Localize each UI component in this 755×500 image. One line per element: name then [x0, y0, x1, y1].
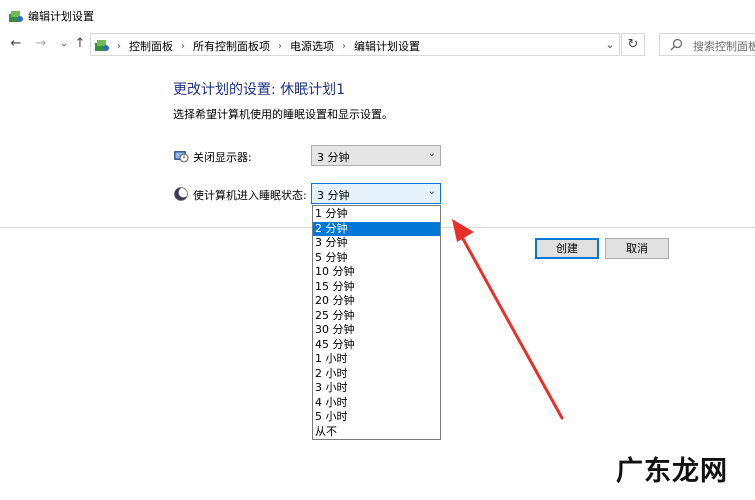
sleep-select[interactable]: 3 分钟 ⌄ [311, 183, 441, 204]
monitor-clock-icon [174, 151, 189, 163]
moon-icon [174, 187, 189, 201]
cancel-button[interactable]: 取消 [605, 238, 669, 259]
dropdown-option[interactable]: 30 分钟 [313, 323, 440, 337]
dropdown-option[interactable]: 5 分钟 [313, 251, 440, 265]
sleep-label: 使计算机进入睡眠状态: [193, 189, 307, 202]
dropdown-option[interactable]: 25 分钟 [313, 309, 440, 323]
address-box[interactable]: › 控制面板 › 所有控制面板项 › 电源选项 › 编辑计划设置 ⌄ [90, 33, 620, 56]
dropdown-option[interactable]: 1 小时 [313, 352, 440, 366]
sleep-value: 3 分钟 [317, 189, 350, 202]
search-placeholder: 搜索控制面板 [693, 40, 755, 53]
dropdown-option[interactable]: 2 分钟 [313, 221, 440, 236]
dropdown-option[interactable]: 4 小时 [313, 396, 440, 410]
breadcrumb-item[interactable]: 所有控制面板项 [193, 38, 270, 54]
chevron-right-icon[interactable]: › [342, 41, 346, 52]
up-arrow-icon[interactable]: ↑ [72, 36, 88, 52]
breadcrumb-item[interactable]: 编辑计划设置 [354, 38, 420, 54]
back-arrow-icon[interactable]: ← [8, 36, 24, 52]
chevron-down-icon: ⌄ [427, 186, 436, 197]
chevron-right-icon[interactable]: › [117, 41, 121, 52]
breadcrumb-item[interactable]: 电源选项 [290, 38, 334, 54]
chevron-down-icon[interactable]: ⌄ [603, 38, 617, 52]
dropdown-option[interactable]: 2 小时 [313, 367, 440, 381]
dropdown-option[interactable]: 45 分钟 [313, 338, 440, 352]
dropdown-option[interactable]: 20 分钟 [313, 294, 440, 308]
dropdown-option[interactable]: 从不 [313, 425, 440, 439]
dropdown-option[interactable]: 15 分钟 [313, 280, 440, 294]
arrow-shaft [460, 235, 564, 420]
forward-arrow-icon[interactable]: → [33, 36, 49, 52]
refresh-icon[interactable]: ↻ [621, 33, 645, 56]
display-off-value: 3 分钟 [317, 151, 350, 164]
control-panel-icon [9, 11, 23, 22]
annotation-arrow [452, 219, 564, 420]
chevron-right-icon[interactable]: › [181, 41, 185, 52]
recent-locations-chevron-icon[interactable]: ⌄ [56, 36, 72, 52]
sleep-dropdown-list[interactable]: 1 分钟 2 分钟 3 分钟 5 分钟 10 分钟 15 分钟 20 分钟 25 分钟 30 分… [312, 205, 441, 440]
dropdown-option[interactable]: 3 小时 [313, 381, 440, 395]
page-title: 更改计划的设置: 休眠计划1 [173, 82, 346, 98]
dropdown-option[interactable]: 3 分钟 [313, 236, 440, 250]
dropdown-option[interactable]: 10 分钟 [313, 265, 440, 279]
control-panel-icon [95, 40, 109, 51]
page-subtitle: 选择希望计算机使用的睡眠设置和显示设置。 [173, 108, 393, 121]
dropdown-option[interactable]: 5 小时 [313, 410, 440, 424]
search-icon [670, 38, 683, 51]
breadcrumb: › 控制面板 › 所有控制面板项 › 电源选项 › 编辑计划设置 [117, 38, 420, 54]
chevron-right-icon[interactable]: › [278, 41, 282, 52]
window-title: 编辑计划设置 [28, 10, 94, 23]
display-off-select[interactable]: 3 分钟 ⌄ [311, 145, 441, 166]
title-bar: 编辑计划设置 [0, 0, 755, 30]
dropdown-option[interactable]: 1 分钟 [313, 207, 440, 221]
search-input[interactable]: 搜索控制面板 [659, 33, 755, 56]
breadcrumb-item[interactable]: 控制面板 [129, 38, 173, 54]
watermark-logo: 广东龙网 [616, 456, 728, 487]
chevron-down-icon: ⌄ [427, 148, 436, 159]
display-off-label: 关闭显示器: [193, 151, 252, 164]
